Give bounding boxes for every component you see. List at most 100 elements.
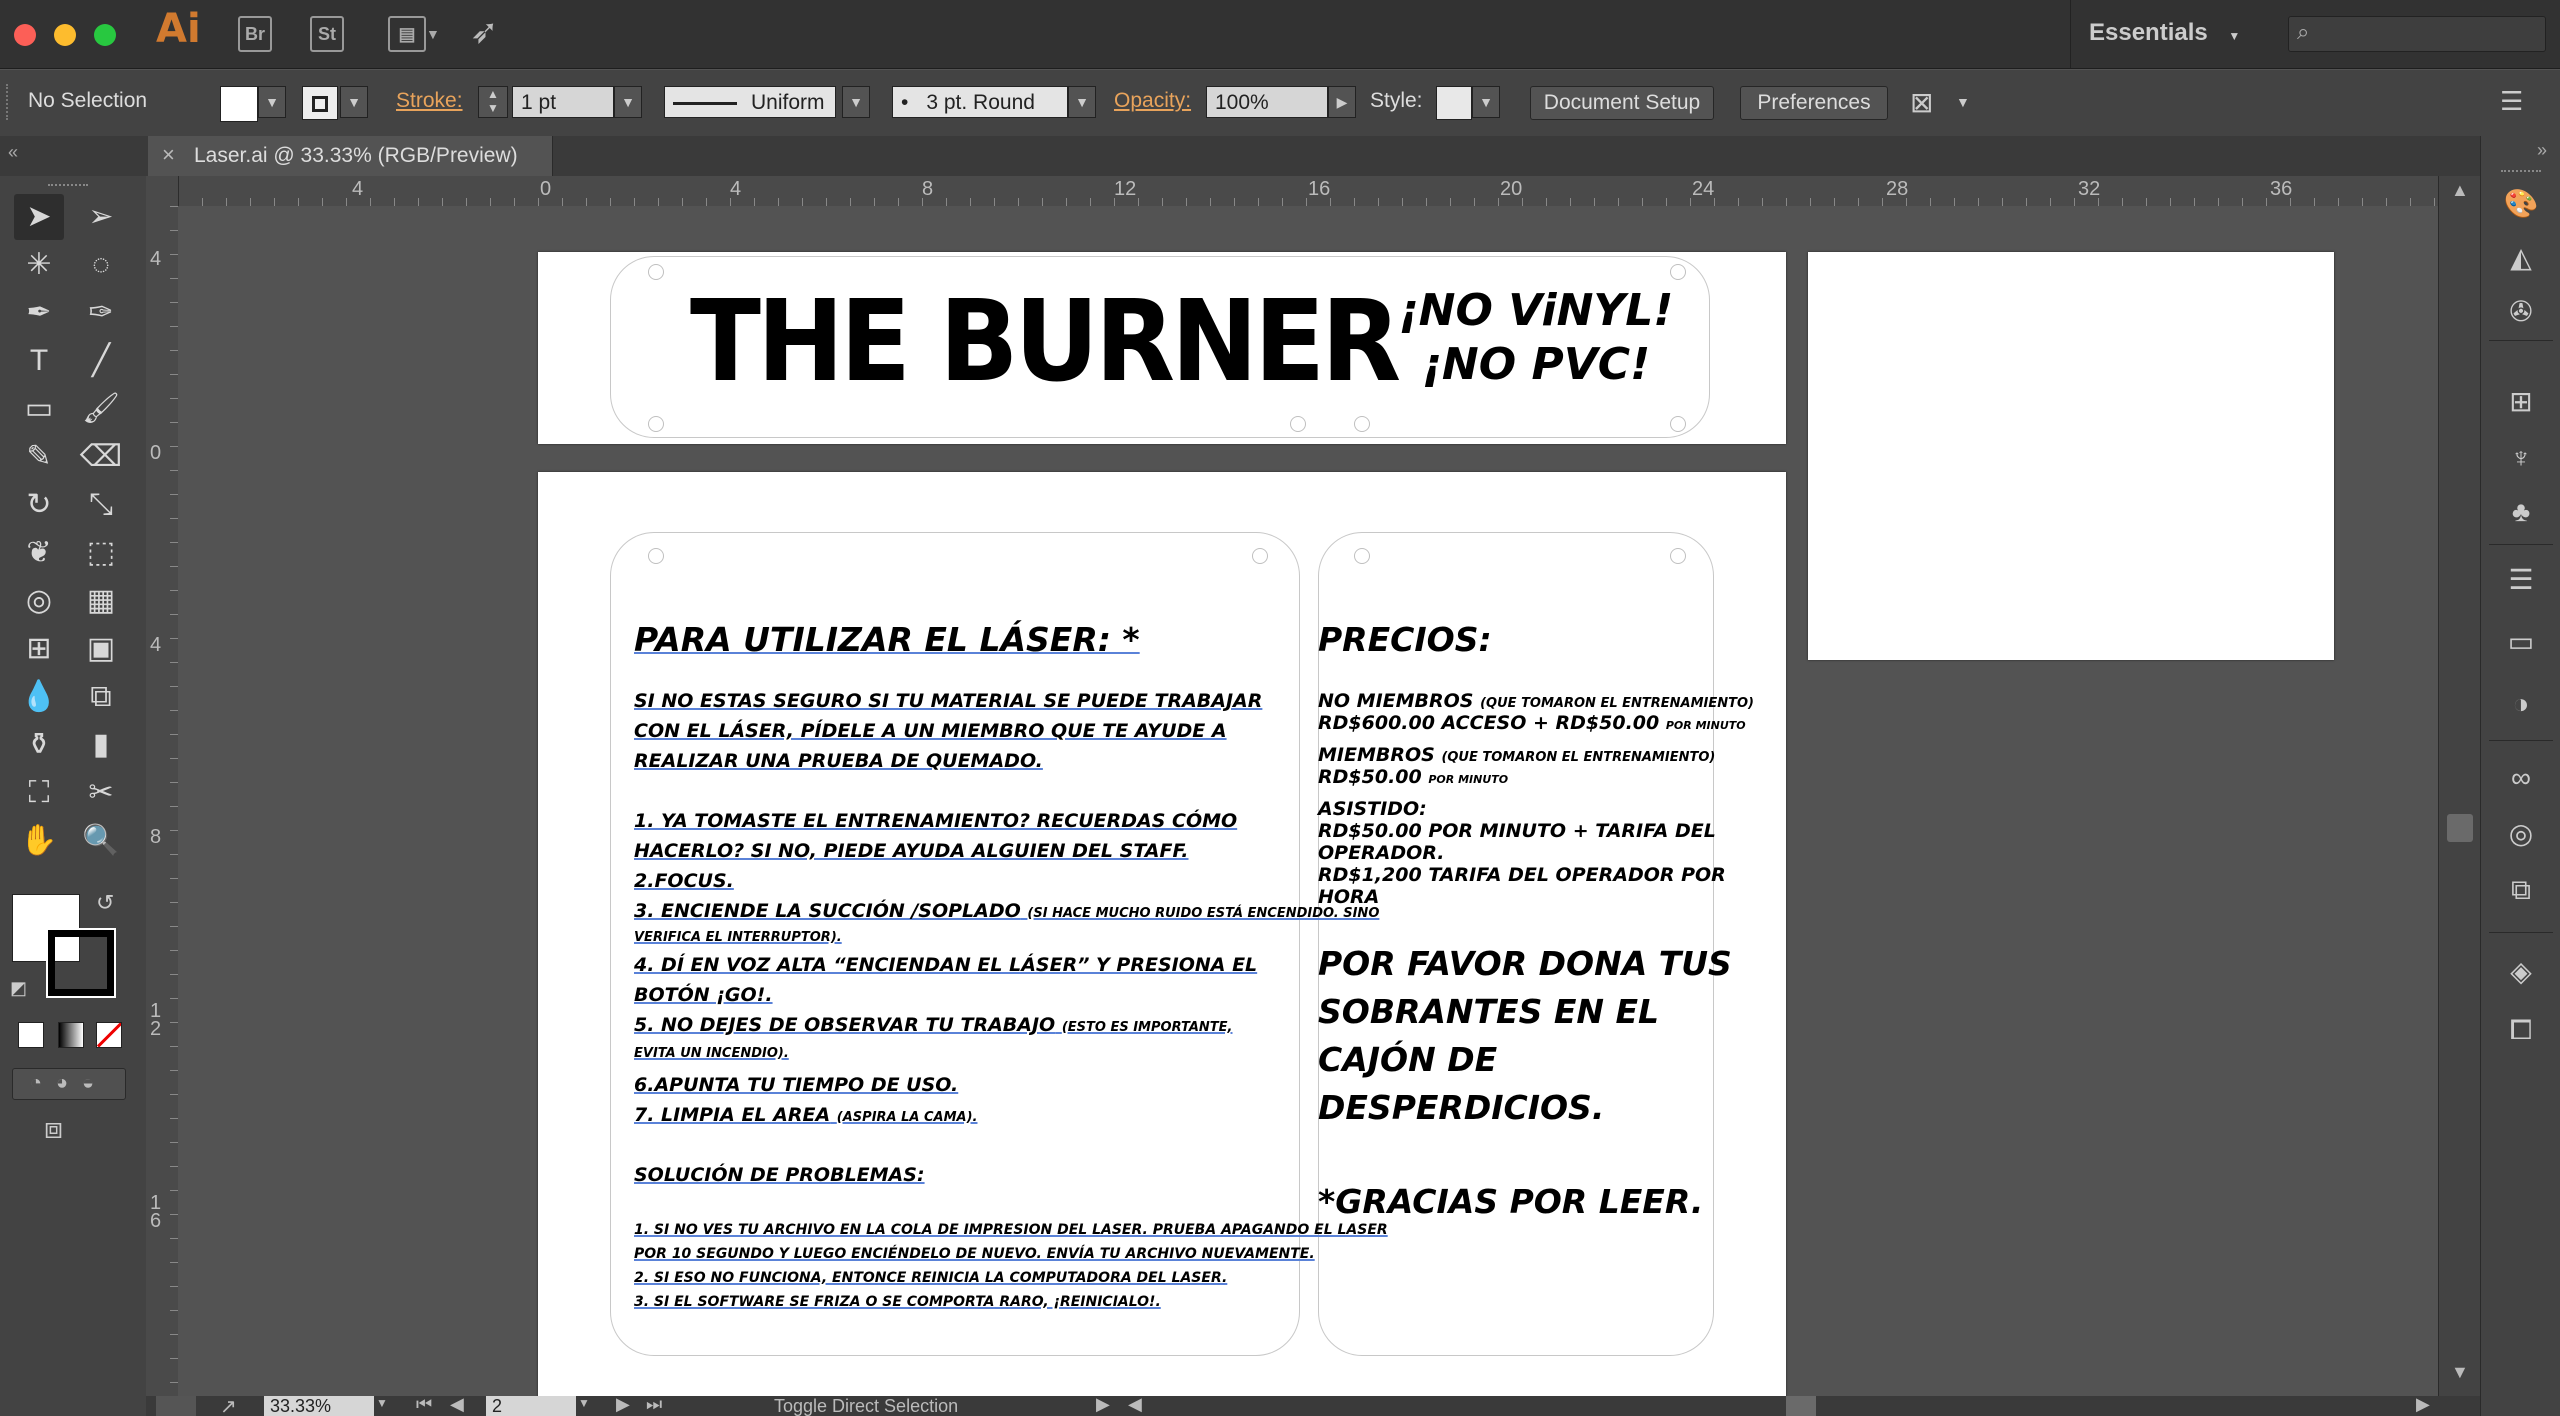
scroll-down-icon[interactable]: ▼ (2451, 1362, 2469, 1383)
close-tab-icon[interactable]: × (162, 142, 175, 168)
zoom-window-button[interactable] (94, 24, 116, 46)
control-bar-grip[interactable] (6, 84, 12, 120)
workspace-switcher[interactable]: Essentials ▼ (2070, 0, 2279, 68)
asset-export-panel-icon[interactable]: ⧉ (2503, 872, 2539, 908)
direct-selection-tool-icon[interactable]: ➢ (76, 194, 126, 240)
selection-tool-icon[interactable]: ➤ (14, 194, 64, 240)
color-mode-icon[interactable] (18, 1022, 44, 1048)
transparency-panel-icon[interactable]: ◑ (2503, 686, 2539, 722)
appearance-panel-icon[interactable]: ◎ (2503, 816, 2539, 852)
opacity-slider-button[interactable]: ▶ (1328, 86, 1356, 118)
document-tab[interactable]: × Laser.ai @ 33.33% (RGB/Preview) (148, 136, 553, 176)
horizontal-scroll-thumb[interactable] (1786, 1396, 1816, 1416)
type-tool-icon[interactable]: T (14, 338, 64, 384)
blend-tool-icon[interactable]: ⧉ (76, 674, 126, 720)
line-segment-tool-icon[interactable]: ╱ (76, 338, 126, 384)
graphic-styles-panel-icon[interactable]: ♣ (2503, 494, 2539, 530)
scroll-left-icon[interactable]: ◀ (1128, 1396, 1142, 1415)
collapse-toolbox-icon[interactable]: « (8, 142, 18, 163)
stroke-weight-stepper[interactable]: ▲ ▼ (478, 86, 508, 118)
variable-width-profile[interactable]: Uniform (664, 86, 836, 118)
collapse-panels-icon[interactable]: » (2537, 140, 2547, 161)
drawing-modes-icon[interactable]: ◔◕◒ (12, 1068, 126, 1100)
paintbrush-tool-icon[interactable]: 🖌 (76, 386, 126, 432)
magic-wand-tool-icon[interactable]: ✳ (14, 242, 64, 288)
preferences-button[interactable]: Preferences (1740, 86, 1888, 120)
curvature-tool-icon[interactable]: ✑ (76, 290, 126, 336)
artboard-dropdown-icon[interactable]: ▼ (578, 1396, 590, 1410)
warp-tool-icon[interactable]: ❦ (14, 530, 64, 576)
opacity-panel-link[interactable]: Opacity: (1114, 89, 1191, 113)
artboard-instructions[interactable]: PARA UTILIZAR EL LÁSER: * SI NO ESTAS SE… (538, 472, 1786, 1396)
scroll-right-icon[interactable]: ▶ (2416, 1396, 2430, 1415)
zoom-level-input[interactable]: 33.33% (264, 1396, 374, 1416)
stroke-color-swatch[interactable] (46, 928, 116, 998)
artboard-header[interactable]: THE BURNER ¡NO ViNYL! ¡NO PVC! (538, 252, 1786, 444)
isolation-mode-icon[interactable]: ⊠ (1910, 86, 1933, 119)
zoom-tool-icon[interactable]: 🔍 (76, 818, 126, 864)
graphic-style-dropdown[interactable]: ▼ (1472, 86, 1500, 118)
brush-dropdown[interactable]: ▼ (1068, 86, 1096, 118)
status-menu-icon[interactable]: ▶ (1096, 1396, 1110, 1415)
rotate-tool-icon[interactable]: ↻ (14, 482, 64, 528)
slice-tool-icon[interactable]: ✂ (76, 770, 126, 816)
stroke-panel-link[interactable]: Stroke: (396, 89, 463, 113)
artboard-number-input[interactable]: 2 (486, 1396, 576, 1416)
brush-definition[interactable]: • 3 pt. Round (892, 86, 1068, 118)
mesh-tool-icon[interactable]: ⊞ (14, 626, 64, 672)
rectangle-tool-icon[interactable]: ▭ (14, 386, 64, 432)
previous-artboard-icon[interactable]: ◀ (450, 1396, 464, 1415)
zoom-dropdown-icon[interactable]: ▼ (376, 1396, 388, 1410)
close-window-button[interactable] (14, 24, 36, 46)
fill-swatch[interactable] (220, 86, 258, 122)
bridge-button[interactable]: Br (238, 16, 272, 52)
arrange-documents-icon[interactable]: ▤ (388, 16, 426, 52)
share-icon[interactable]: ↗ (220, 1396, 237, 1416)
control-panel-menu-icon[interactable]: ☰ (2500, 86, 2523, 117)
artboards-panel-icon[interactable]: ⧠ (2503, 1012, 2539, 1048)
scroll-thumb[interactable] (2447, 814, 2473, 842)
gpu-performance-icon[interactable]: ➶ (470, 12, 499, 52)
scale-tool-icon[interactable]: ⤡ (76, 482, 126, 528)
canvas[interactable]: THE BURNER ¡NO ViNYL! ¡NO PVC! PARA UTIL… (178, 206, 2438, 1396)
last-artboard-icon[interactable]: ⏭ (646, 1396, 662, 1415)
gradient-tool-icon[interactable]: ▣ (76, 626, 126, 672)
stroke-weight-input[interactable]: 1 pt (512, 86, 614, 118)
symbols-panel-icon[interactable]: ♆ (2503, 440, 2539, 476)
none-mode-icon[interactable] (96, 1022, 122, 1048)
artboard-empty[interactable] (1808, 252, 2334, 660)
arrange-dropdown-icon[interactable]: ▼ (426, 26, 440, 42)
lasso-tool-icon[interactable]: ◌ (76, 242, 126, 288)
swap-fill-stroke-icon[interactable]: ↺ (96, 890, 114, 916)
graphic-style-swatch[interactable] (1436, 86, 1472, 120)
stroke-swatch-dropdown[interactable]: ▼ (340, 86, 368, 118)
color-guide-panel-icon[interactable]: ◭ (2503, 240, 2539, 276)
free-transform-tool-icon[interactable]: ⬚ (76, 530, 126, 576)
search-input[interactable]: ⌕ (2288, 16, 2546, 52)
gradient-panel-icon[interactable]: ▭ (2503, 624, 2539, 660)
isolation-dropdown-icon[interactable]: ▼ (1956, 94, 1970, 110)
opacity-input[interactable]: 100% (1206, 86, 1328, 118)
swatches-panel-icon[interactable]: ✇ (2503, 294, 2539, 330)
stroke-weight-dropdown[interactable]: ▼ (614, 86, 642, 118)
brushes-panel-icon[interactable]: ⊞ (2503, 384, 2539, 420)
next-artboard-icon[interactable]: ▶ (616, 1396, 630, 1415)
toolbox-grip[interactable] (48, 184, 88, 194)
column-graph-tool-icon[interactable]: ▮ (76, 722, 126, 768)
eyedropper-tool-icon[interactable]: 💧 (14, 674, 64, 720)
scroll-up-icon[interactable]: ▲ (2451, 180, 2469, 201)
screen-mode-icon[interactable]: ⧈ (44, 1112, 63, 1146)
fill-dropdown[interactable]: ▼ (258, 86, 286, 118)
stroke-panel-icon[interactable]: ☰ (2503, 562, 2539, 598)
profile-dropdown[interactable]: ▼ (842, 86, 870, 118)
first-artboard-icon[interactable]: ⏮ (416, 1396, 432, 1415)
ruler-origin[interactable] (146, 176, 179, 207)
stroke-swatch[interactable] (302, 86, 338, 120)
panel-grip[interactable] (2501, 170, 2541, 178)
layers-panel-icon[interactable]: ◈ (2503, 954, 2539, 990)
shape-builder-tool-icon[interactable]: ◎ (14, 578, 64, 624)
symbol-sprayer-tool-icon[interactable]: ⚱ (14, 722, 64, 768)
default-fill-stroke-icon[interactable]: ◩ (10, 978, 27, 999)
color-panel-icon[interactable]: 🎨 (2503, 186, 2539, 222)
minimize-window-button[interactable] (54, 24, 76, 46)
